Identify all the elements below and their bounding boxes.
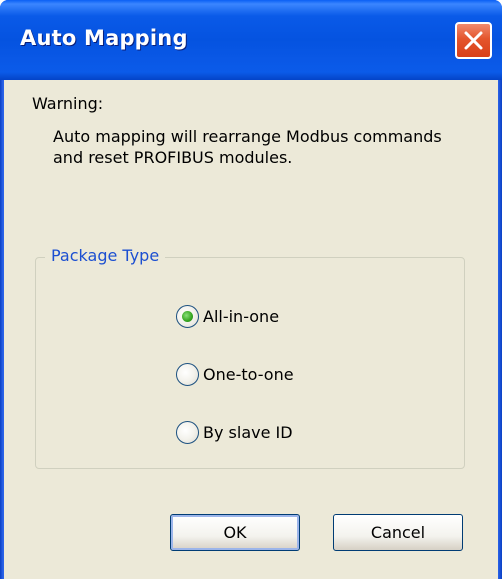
radio-button-checked[interactable] — [176, 305, 199, 328]
radio-label: All-in-one — [203, 307, 280, 326]
radio-by-slave-id[interactable]: By slave ID — [176, 421, 293, 444]
radio-label: By slave ID — [203, 423, 293, 442]
title-bar[interactable]: Auto Mapping — [0, 0, 502, 80]
radio-all-in-one[interactable]: All-in-one — [176, 305, 279, 328]
warning-message: Auto mapping will rearrange Modbus comma… — [53, 127, 442, 167]
warning-title: Warning: — [32, 94, 104, 113]
radio-button[interactable] — [176, 421, 199, 444]
radio-one-to-one[interactable]: One-to-one — [176, 363, 294, 386]
close-button[interactable] — [455, 22, 492, 59]
close-x-icon — [464, 31, 483, 50]
radio-label: One-to-one — [203, 365, 294, 384]
cancel-button[interactable]: Cancel — [333, 514, 463, 551]
radio-button[interactable] — [176, 363, 199, 386]
ok-button[interactable]: OK — [170, 514, 300, 551]
window-border — [498, 80, 502, 579]
window-title: Auto Mapping — [20, 26, 188, 50]
package-type-label: Package Type — [45, 246, 166, 265]
